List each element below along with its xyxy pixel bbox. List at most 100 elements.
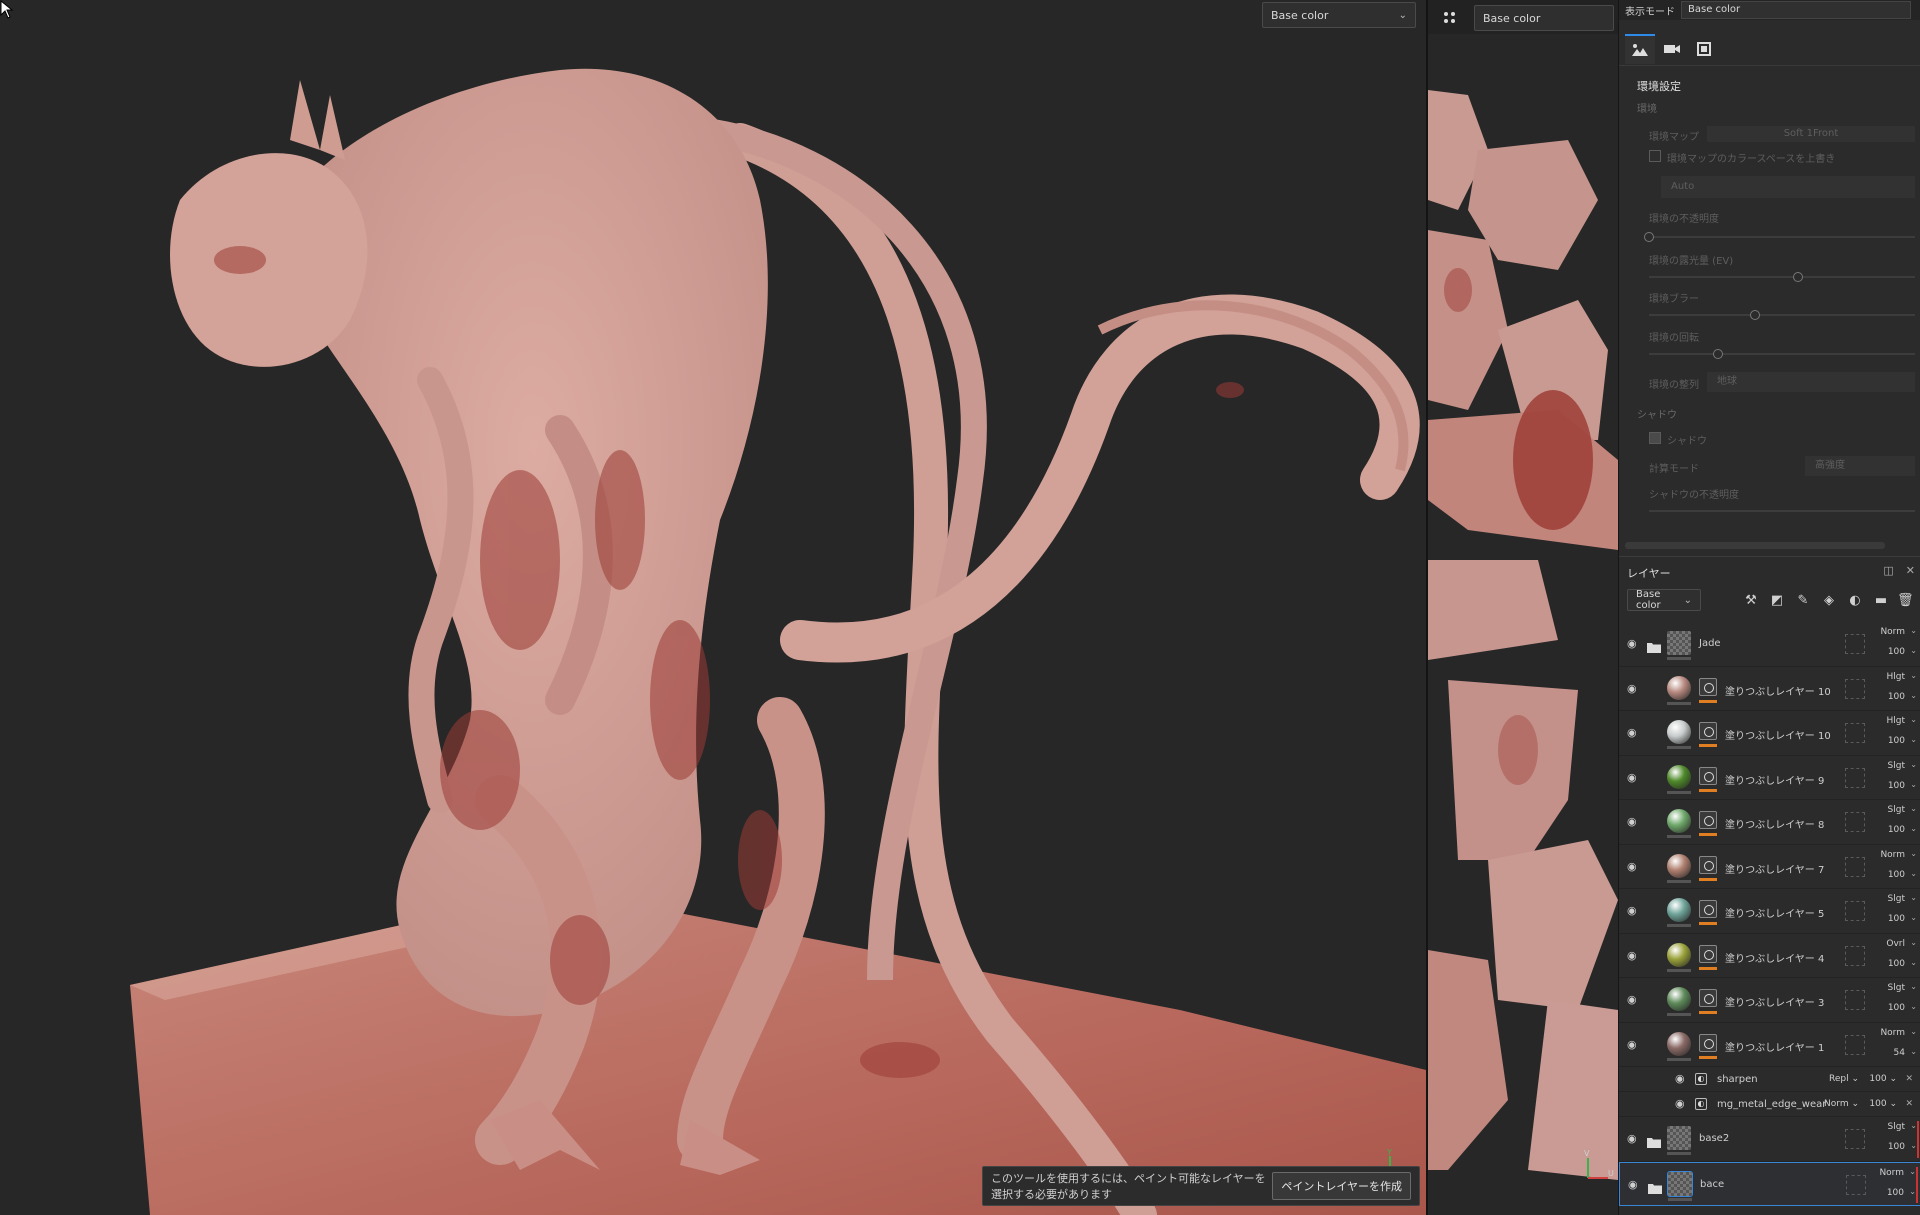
env-blur-knob[interactable] — [1750, 310, 1761, 320]
effect-blend-dropdown[interactable]: Repl ⌄ — [1829, 1074, 1859, 1084]
display-mode-dropdown[interactable]: Base color — [1681, 1, 1911, 19]
eye-icon[interactable]: ◉ — [1627, 815, 1643, 828]
opacity-dropdown[interactable]: 100 — [1888, 736, 1905, 746]
layer-mask-slot[interactable] — [1845, 856, 1865, 877]
eye-icon[interactable]: ◉ — [1627, 993, 1643, 1006]
effect-row[interactable]: ◉ ◐ sharpen Repl ⌄ 100 ⌄ ✕ — [1619, 1067, 1920, 1092]
layer-row[interactable]: ◉ Jade Norm ⌄ 100 ⌄ — [1619, 622, 1920, 667]
opacity-dropdown[interactable]: 100 — [1888, 781, 1905, 791]
grid-dots-icon[interactable] — [1442, 10, 1458, 26]
env-rotation-slider[interactable] — [1649, 349, 1915, 359]
2d-uv-viewport[interactable]: Base color V U — [1428, 0, 1618, 1215]
eye-icon[interactable]: ◉ — [1627, 1038, 1643, 1051]
tab-display[interactable] — [1689, 34, 1719, 64]
env-alignment-dropdown[interactable]: 地球 — [1707, 372, 1915, 392]
layer-mask-slot[interactable] — [1845, 723, 1865, 744]
blend-mode-dropdown[interactable]: Ovrl — [1886, 939, 1905, 949]
layer-row[interactable]: ◉ 塗りつぶしレイヤー 3 Slgt ⌄ 100 ⌄ — [1619, 978, 1920, 1023]
layer-row[interactable]: ◉ base2 Slgt ⌄ 100 ⌄ — [1619, 1117, 1920, 1162]
mask-thumbnail[interactable] — [1699, 989, 1717, 1008]
eye-icon[interactable]: ◉ — [1627, 771, 1643, 784]
add-effect-icon[interactable]: ⚒ — [1743, 593, 1759, 609]
env-exposure-slider[interactable] — [1649, 272, 1915, 282]
opacity-dropdown[interactable]: 100 — [1888, 647, 1905, 657]
layer-mask-slot[interactable] — [1845, 990, 1865, 1011]
layer-mask-slot[interactable] — [1845, 634, 1865, 655]
colorspace-override-checkbox[interactable] — [1649, 150, 1661, 162]
opacity-dropdown[interactable]: 100 — [1887, 1188, 1904, 1198]
layer-mask-slot[interactable] — [1845, 945, 1865, 966]
effect-blend-dropdown[interactable]: Norm ⌄ — [1824, 1099, 1859, 1109]
layer-mask-slot[interactable] — [1845, 678, 1865, 699]
blend-mode-dropdown[interactable]: Slgt — [1888, 761, 1905, 771]
shadow-opacity-slider[interactable] — [1649, 510, 1915, 512]
mask-thumbnail[interactable] — [1699, 677, 1717, 696]
eye-icon[interactable]: ◉ — [1627, 682, 1643, 695]
eye-icon[interactable]: ◉ — [1675, 1097, 1691, 1110]
add-smart-material-icon[interactable]: ◐ — [1847, 593, 1863, 609]
env-rotation-knob[interactable] — [1713, 349, 1724, 359]
opacity-dropdown[interactable]: 100 — [1888, 692, 1905, 702]
opacity-dropdown[interactable]: 100 — [1888, 1142, 1905, 1152]
mask-thumbnail[interactable] — [1699, 855, 1717, 874]
blend-mode-dropdown[interactable]: Hlgt — [1886, 672, 1905, 682]
mask-thumbnail[interactable] — [1699, 900, 1717, 919]
layer-row[interactable]: ◉ 塗りつぶしレイヤー 7 Norm ⌄ 100 ⌄ — [1619, 844, 1920, 889]
add-folder-icon[interactable]: ▬ — [1873, 593, 1889, 609]
eye-icon[interactable]: ◉ — [1627, 637, 1643, 650]
effect-row[interactable]: ◉ ◐ mg_metal_edge_wear Norm ⌄ 100 ⌄ ✕ — [1619, 1092, 1920, 1117]
remove-effect-icon[interactable]: ✕ — [1905, 1099, 1913, 1109]
eye-icon[interactable]: ◉ — [1628, 1178, 1644, 1191]
uv-channel-dropdown[interactable]: Base color — [1474, 5, 1614, 31]
layer-mask-slot[interactable] — [1845, 812, 1865, 833]
env-exposure-knob[interactable] — [1792, 272, 1803, 282]
opacity-dropdown[interactable]: 54 — [1894, 1048, 1905, 1058]
settings-scrollbar[interactable] — [1625, 542, 1885, 549]
float-panel-icon[interactable]: ◫ — [1883, 564, 1893, 577]
eye-icon[interactable]: ◉ — [1627, 1132, 1643, 1145]
delete-layer-icon[interactable]: 🗑 — [1897, 593, 1914, 609]
eye-icon[interactable]: ◉ — [1627, 949, 1643, 962]
close-icon[interactable]: ✕ — [1906, 564, 1915, 577]
layer-mask-slot[interactable] — [1845, 901, 1865, 922]
calc-mode-dropdown[interactable]: 高強度 — [1805, 456, 1915, 476]
env-blur-slider[interactable] — [1649, 310, 1915, 320]
tab-environment[interactable] — [1625, 34, 1655, 64]
tab-camera[interactable] — [1657, 34, 1687, 64]
eye-icon[interactable]: ◉ — [1627, 904, 1643, 917]
create-paint-layer-button[interactable]: ペイントレイヤーを作成 — [1272, 1172, 1411, 1200]
blend-mode-dropdown[interactable]: Norm — [1880, 850, 1905, 860]
viewport-channel-dropdown[interactable]: Base color ⌄ — [1262, 2, 1416, 28]
add-mask-icon[interactable]: ◩ — [1769, 593, 1785, 609]
opacity-dropdown[interactable]: 100 — [1888, 959, 1905, 969]
effect-opacity-dropdown[interactable]: 100 ⌄ — [1869, 1074, 1897, 1084]
opacity-dropdown[interactable]: 100 — [1888, 1003, 1905, 1013]
layer-row[interactable]: ◉ 塗りつぶしレイヤー 1 Norm ⌄ 54 ⌄ — [1619, 1022, 1920, 1067]
eye-icon[interactable]: ◉ — [1675, 1072, 1691, 1085]
opacity-dropdown[interactable]: 100 — [1888, 870, 1905, 880]
mask-thumbnail[interactable] — [1699, 722, 1717, 741]
layer-row[interactable]: ◉ bace Norm ⌄ 100 ⌄ — [1619, 1161, 1920, 1206]
layer-mask-slot[interactable] — [1845, 767, 1865, 788]
env-opacity-slider[interactable] — [1644, 232, 1915, 242]
opacity-dropdown[interactable]: 100 — [1888, 825, 1905, 835]
layer-row[interactable]: ◉ 塗りつぶしレイヤー 4 Ovrl ⌄ 100 ⌄ — [1619, 933, 1920, 978]
shadow-checkbox[interactable] — [1649, 432, 1661, 444]
layer-mask-slot[interactable] — [1845, 1129, 1865, 1150]
layers-channel-dropdown[interactable]: Base color ⌄ — [1627, 589, 1701, 611]
blend-mode-dropdown[interactable]: Hlgt — [1886, 716, 1905, 726]
layer-row[interactable]: ◉ 塗りつぶしレイヤー 10 Hlgt ⌄ 100 ⌄ — [1619, 711, 1920, 756]
layer-row[interactable]: ◉ 塗りつぶしレイヤー 10 Hlgt ⌄ 100 ⌄ — [1619, 666, 1920, 711]
remove-effect-icon[interactable]: ✕ — [1905, 1074, 1913, 1084]
layer-mask-slot[interactable] — [1846, 1174, 1866, 1195]
effect-opacity-dropdown[interactable]: 100 ⌄ — [1869, 1099, 1897, 1109]
blend-mode-dropdown[interactable]: Norm — [1880, 1028, 1905, 1038]
mask-thumbnail[interactable] — [1699, 1033, 1717, 1052]
add-paint-layer-icon[interactable]: ✎ — [1795, 593, 1811, 609]
colorspace-dropdown[interactable]: Auto — [1661, 176, 1915, 198]
blend-mode-dropdown[interactable]: Slgt — [1888, 805, 1905, 815]
env-map-field[interactable]: Soft 1Front — [1707, 126, 1915, 142]
eye-icon[interactable]: ◉ — [1627, 726, 1643, 739]
layer-row[interactable]: ◉ 塗りつぶしレイヤー 8 Slgt ⌄ 100 ⌄ — [1619, 800, 1920, 845]
layer-row[interactable]: ◉ 塗りつぶしレイヤー 5 Slgt ⌄ 100 ⌄ — [1619, 889, 1920, 934]
